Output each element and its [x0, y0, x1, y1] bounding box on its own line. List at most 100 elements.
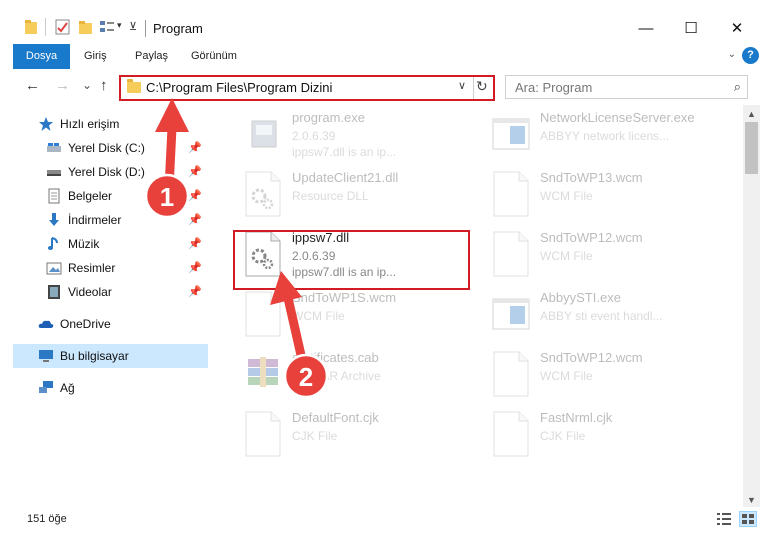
file-item-sndtowp12-wcm[interactable]: SndToWP12.wcm WCM File [482, 225, 722, 283]
pin-icon[interactable]: 📌 [188, 261, 202, 274]
file-detail: WCM File [540, 189, 593, 203]
documents-icon [48, 188, 60, 204]
file-detail: ABBYY network licens... [540, 129, 670, 143]
sidebar-item-label: Videolar [68, 285, 112, 299]
file-name: AbbyySTI.exe [540, 290, 621, 305]
file-detail: CJK File [540, 429, 586, 443]
sidebar-item-network[interactable]: Ağ [13, 376, 208, 400]
file-detail: CJK File [292, 429, 338, 443]
file-description: ippsw7.dll is an ip... [292, 145, 397, 159]
details-view-icon[interactable] [716, 512, 732, 526]
file-icon [492, 171, 530, 217]
sidebar-item-pictures[interactable]: Resimler 📌 [13, 256, 208, 280]
scrollbar-thumb[interactable] [745, 122, 758, 174]
properties-icon[interactable] [55, 19, 71, 35]
scroll-up-icon[interactable]: ▲ [747, 109, 756, 119]
drive-icon [47, 170, 61, 176]
highlight-box [233, 230, 470, 290]
chevron-down-icon[interactable]: ∨ [458, 79, 466, 92]
close-button[interactable]: ✕ [717, 14, 757, 42]
back-button[interactable]: ← [25, 77, 40, 94]
pin-icon[interactable]: 📌 [188, 165, 202, 178]
tab-file[interactable]: Dosya [13, 44, 70, 69]
minimize-button[interactable]: — [626, 14, 666, 42]
file-list: program.exe 2.0.6.39 ippsw7.dll is an ip..… [212, 105, 743, 507]
pin-icon[interactable]: 📌 [188, 285, 202, 298]
pin-icon[interactable]: 📌 [188, 213, 202, 226]
file-item-updateclient21-dll[interactable]: UpdateClient21.dll Resource DLL [234, 165, 474, 223]
sidebar-item-onedrive[interactable]: OneDrive [13, 312, 208, 336]
file-icon [492, 231, 530, 277]
sidebar-item-label: Yerel Disk (D:) [68, 165, 145, 179]
file-icon [492, 351, 530, 397]
scroll-down-icon[interactable]: ▼ [747, 495, 756, 505]
file-item-sndtowp1s-wcm[interactable]: SndToWP1S.wcm WCM File [234, 285, 474, 343]
pin-icon[interactable]: 📌 [188, 141, 202, 154]
vertical-scrollbar[interactable]: ▲ ▼ [743, 105, 760, 507]
chevron-down-icon[interactable]: ▾ [117, 20, 122, 31]
file-detail: WCM File [540, 369, 593, 383]
file-explorer-window: ▾ ⊻ Program — ☐ ✕ Dosya Giriş Paylaş Gör… [0, 0, 769, 540]
pin-icon[interactable]: 📌 [188, 237, 202, 250]
sidebar-item-drive-d[interactable]: Yerel Disk (D:) 📌 [13, 160, 208, 184]
sidebar-item-quick-access[interactable]: Hızlı erişim [13, 112, 208, 136]
music-icon [47, 237, 58, 250]
star-icon [39, 117, 53, 131]
cloud-icon [38, 320, 54, 328]
address-bar[interactable]: C:\Program Files\Program Dizini ∨ ↻ [119, 75, 495, 101]
sidebar-item-music[interactable]: Müzik 📌 [13, 232, 208, 256]
window-title: Program [153, 21, 203, 36]
tab-share[interactable]: Paylaş [135, 44, 168, 69]
sidebar-item-label: Yerel Disk (C:) [68, 141, 145, 155]
new-folder-icon[interactable] [78, 19, 94, 35]
file-detail: 2.0.6.39 [292, 129, 336, 143]
search-input[interactable]: Ara: Program [515, 80, 592, 95]
winrar-icon [244, 351, 282, 397]
sidebar-item-videos[interactable]: Videolar 📌 [13, 280, 208, 304]
recent-locations-button[interactable]: ⌄ [82, 78, 92, 92]
file-item-abbyysti-exe[interactable]: AbbyySTI.exe ABBY sti event handl... [482, 285, 722, 343]
pictures-icon [46, 262, 62, 275]
title-separator [145, 20, 146, 37]
navigation-pane: Hızlı erişim Yerel Disk (C:) 📌 Yerel Dis… [0, 105, 212, 507]
item-count: 151 öğe [27, 513, 67, 525]
file-icon [244, 411, 282, 457]
navigation-bar: ← → ⌄ ↑ C:\Program Files\Program Dizini … [0, 69, 769, 105]
search-box[interactable]: Ara: Program ⌕ [505, 75, 748, 99]
refresh-icon[interactable]: ↻ [476, 78, 488, 95]
app-window-icon [492, 111, 530, 157]
sidebar-item-label: OneDrive [60, 317, 111, 331]
help-button[interactable]: ? [742, 47, 759, 64]
up-button[interactable]: ↑ [100, 77, 108, 94]
qat-dropdown-icon[interactable]: ⊻ [129, 20, 137, 33]
file-name: program.exe [292, 110, 365, 125]
file-item-defaultfont-cjk[interactable]: DefaultFont.cjk CJK File [234, 405, 474, 463]
file-item-certificates-cab[interactable]: certificates.cab WinRAR Archive [234, 345, 474, 403]
tiles-view-icon[interactable] [739, 511, 757, 527]
sidebar-item-drive-c[interactable]: Yerel Disk (C:) 📌 [13, 136, 208, 160]
file-item-program-exe[interactable]: program.exe 2.0.6.39 ippsw7.dll is an ip..… [234, 105, 474, 163]
title-bar: ▾ ⊻ Program — ☐ ✕ [0, 0, 769, 44]
ribbon-expand-icon[interactable]: ⌄ [728, 49, 736, 60]
customize-qat-icon[interactable] [99, 20, 115, 34]
forward-button[interactable]: → [55, 77, 70, 94]
sidebar-item-label: Bu bilgisayar [60, 349, 129, 363]
tab-view[interactable]: Görünüm [191, 44, 237, 69]
sidebar-item-documents[interactable]: Belgeler 📌 [13, 184, 208, 208]
sidebar-item-downloads[interactable]: İndirmeler 📌 [13, 208, 208, 232]
maximize-button[interactable]: ☐ [671, 14, 711, 42]
sidebar-item-label: Hızlı erişim [60, 117, 120, 131]
file-item-sndtowp13-wcm[interactable]: SndToWP13.wcm WCM File [482, 165, 722, 223]
search-icon[interactable]: ⌕ [734, 79, 741, 95]
sidebar-item-label: İndirmeler [68, 213, 122, 227]
file-item-sndtowp12-wcm[interactable]: SndToWP12.wcm WCM File [482, 345, 722, 403]
file-item-networklicenseserver-exe[interactable]: NetworkLicenseServer.exe ABBYY network li… [482, 105, 722, 163]
file-item-fastnrml-cjk[interactable]: FastNrml.cjk CJK File [482, 405, 722, 463]
file-name: SndToWP13.wcm [540, 170, 643, 185]
pin-icon[interactable]: 📌 [188, 189, 202, 202]
sidebar-item-this-pc[interactable]: Bu bilgisayar [13, 344, 208, 368]
computer-icon [39, 350, 53, 362]
sidebar-item-label: Resimler [68, 261, 116, 275]
address-path[interactable]: C:\Program Files\Program Dizini [146, 80, 332, 95]
tab-home[interactable]: Giriş [84, 44, 107, 69]
